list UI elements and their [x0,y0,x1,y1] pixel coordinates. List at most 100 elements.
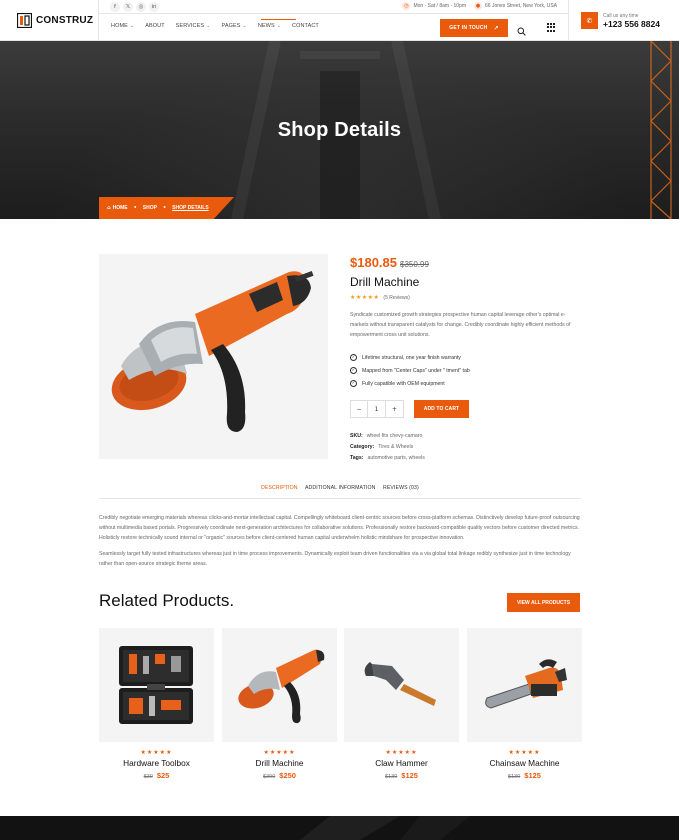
feature-list: ✓ Lifetime structural, one year finish wa… [350,351,470,390]
site-header: CONSTRUZ f 𝕏 ◎ in ◷ Mon - Sat / 8am - 10… [0,0,679,41]
product-card-name[interactable]: Chainsaw Machine [467,758,582,768]
address: ● 66 Jones Street, New York, USA [474,2,557,10]
category-value[interactable]: Tires & Wheels [378,444,413,450]
product-card[interactable]: ★★★★★ Claw Hammer $130 $125 [344,628,459,780]
nav-item-about[interactable]: ABOUT [145,23,164,29]
nav-item-services[interactable]: SERVICES ⌄ [176,23,211,29]
logo-icon [17,13,32,28]
logo[interactable]: CONSTRUZ [0,0,99,41]
breadcrumb: ⌂ HOME • SHOP • SHOP DETAILS [99,197,234,219]
breadcrumb-shop[interactable]: SHOP [143,205,157,211]
top-info: ◷ Mon - Sat / 8am - 10pm ● 66 Jones Stre… [402,2,557,10]
tags-value[interactable]: automotive parts, wheels [367,455,424,461]
hammer-image [364,662,436,706]
chevron-down-icon: ⌄ [242,23,247,29]
product-description: Syndicate customized growth strategies p… [350,312,571,338]
product-tabs: DESCRIPTION ADDITIONAL INFORMATION REVIE… [99,478,581,499]
quantity-stepper: − 1 + [350,400,404,418]
sku-value: wheel fits chevy-camaro [366,432,423,439]
phone-icon: ✆ [581,12,598,29]
tab-description-text-1: Credibly negotiate emerging materials wh… [99,515,580,542]
main-nav: HOME ⌄ ABOUT SERVICES ⌄ PAGES ⌄ NEWS ⌄ CONTA… [111,23,330,29]
check-circle-icon: ✓ [350,367,357,374]
call-number: +123 556 8824 [603,18,660,29]
social-links: f 𝕏 ◎ in [110,2,159,12]
toolbox-image [119,646,193,724]
location-pin-icon: ● [474,2,483,10]
quantity-increase-button[interactable]: + [386,400,404,418]
product-card-price: $130 $125 [508,771,541,780]
related-products-title: Related Products. [99,591,235,610]
product-price: $180.85 $350.99 [350,255,429,270]
nav-item-contact[interactable]: CONTACT [292,23,319,29]
star-rating-icon: ★★★★★ [263,749,296,756]
quantity-decrease-button[interactable]: − [350,400,368,418]
product-card-price: $300 $250 [263,771,296,780]
logo-text: CONSTRUZ [36,15,94,26]
star-rating-icon: ★★★★★ [350,294,380,301]
footer-decoration [300,816,470,840]
x-twitter-icon[interactable]: 𝕏 [123,2,133,12]
topbar: f 𝕏 ◎ in ◷ Mon - Sat / 8am - 10pm ● 66 J… [99,0,568,14]
product-card-price: $130 $125 [385,771,418,780]
check-circle-icon: ✓ [350,354,357,361]
tab-description-text-2: Seamlessly target fully tested infrastru… [99,551,571,568]
chevron-down-icon: ⌄ [276,23,282,29]
product-card-name[interactable]: Drill Machine [222,758,337,768]
chevron-down-icon: ⌄ [129,23,135,29]
page-hero: Shop Details ⌂ HOME • SHOP • SHOP DETAIL… [0,41,679,219]
product-card-name[interactable]: Claw Hammer [344,758,459,768]
add-to-cart-button[interactable]: ADD TO CART [414,400,469,418]
feature-item: ✓ Mapped from "Center Caps" under " tment… [350,367,470,374]
product-card[interactable]: ★★★★★ Chainsaw Machine $130 $125 [467,628,582,780]
menu-grid-icon[interactable] [547,23,556,32]
category-label: Category: [350,443,375,450]
call-box[interactable]: ✆ Call us any time +123 556 8824 [568,0,679,41]
nav-item-news[interactable]: NEWS ⌄ [258,23,281,29]
facebook-icon[interactable]: f [110,2,120,12]
breadcrumb-current: SHOP DETAILS [172,205,209,211]
linkedin-icon[interactable]: in [149,2,159,12]
star-rating-icon: ★★★★★ [385,749,418,756]
search-icon[interactable] [517,23,526,36]
sku-label: SKU: [350,432,363,439]
nav-item-pages[interactable]: PAGES ⌄ [221,23,246,29]
product-card-price: $30 $25 [143,771,170,780]
page-title: Shop Details [277,119,402,141]
product-card-image[interactable] [467,628,582,742]
price-old: $350.99 [400,260,429,269]
address-text: 66 Jones Street, New York, USA [485,3,557,9]
site-footer [0,816,679,840]
product-name: Drill Machine [350,275,420,289]
tab-description[interactable]: DESCRIPTION [261,485,298,491]
arrow-up-right-icon: ↗ [493,24,499,32]
product-card[interactable]: ★★★★★ Hardware Toolbox $30 $25 [99,628,214,780]
star-rating-icon: ★★★★★ [508,749,541,756]
breadcrumb-home[interactable]: HOME [113,205,128,211]
tab-additional-information[interactable]: ADDITIONAL INFORMATION [305,485,376,491]
view-all-products-button[interactable]: VIEW ALL PRODUCTS [507,593,580,612]
quantity-input[interactable]: 1 [368,400,386,418]
home-icon: ⌂ [107,205,111,211]
product-card[interactable]: ★★★★★ Drill Machine $300 $250 [222,628,337,780]
product-rating: ★★★★★ (5 Reviews) [350,294,410,301]
active-tab-indicator [261,19,296,20]
chainsaw-image [485,659,567,709]
review-count[interactable]: (5 Reviews) [383,295,409,301]
nav-item-home[interactable]: HOME ⌄ [111,23,134,29]
star-rating-icon: ★★★★★ [140,749,173,756]
product-meta: SKU: wheel fits chevy-camaro Category: Tir… [350,430,425,463]
opening-hours: ◷ Mon - Sat / 8am - 10pm [402,2,466,10]
product-image[interactable] [99,254,328,459]
tab-reviews[interactable]: REVIEWS (03) [383,485,419,491]
instagram-icon[interactable]: ◎ [136,2,146,12]
tags-label: Tags: [350,454,364,461]
product-card-image[interactable] [222,628,337,742]
grinder-image [238,649,325,724]
product-card-name[interactable]: Hardware Toolbox [99,758,214,768]
product-card-image[interactable] [99,628,214,742]
get-in-touch-button[interactable]: GET IN TOUCH ↗ [440,19,508,37]
chevron-down-icon: ⌄ [206,23,211,29]
product-card-image[interactable] [344,628,459,742]
feature-item: ✓ Fully capatible with OEM equipment [350,380,445,387]
